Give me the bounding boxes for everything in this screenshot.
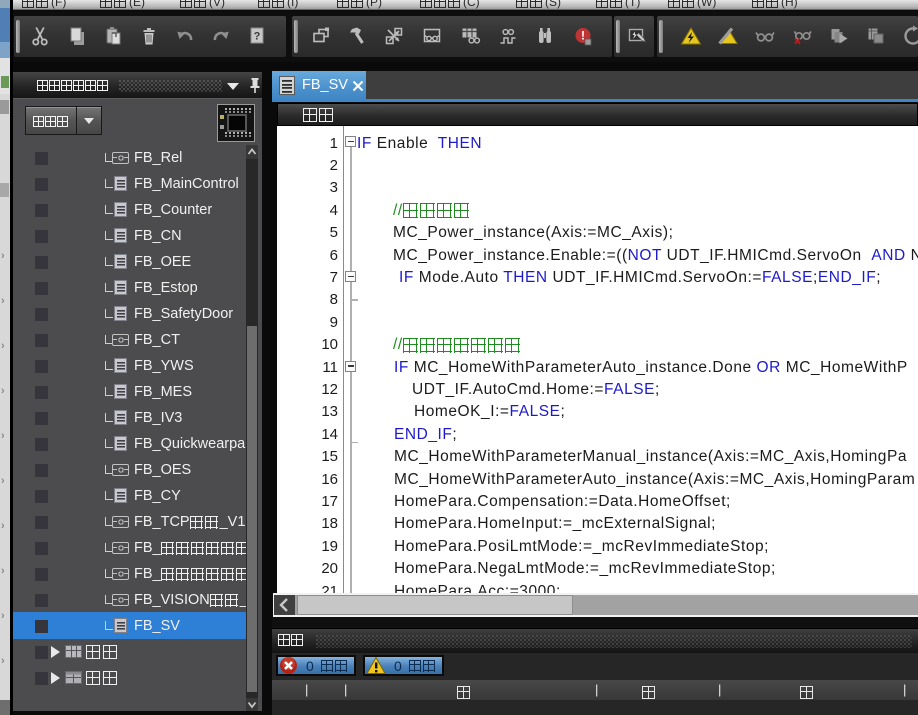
svg-text:!: ! — [581, 29, 585, 43]
svg-text:?: ? — [254, 31, 261, 43]
